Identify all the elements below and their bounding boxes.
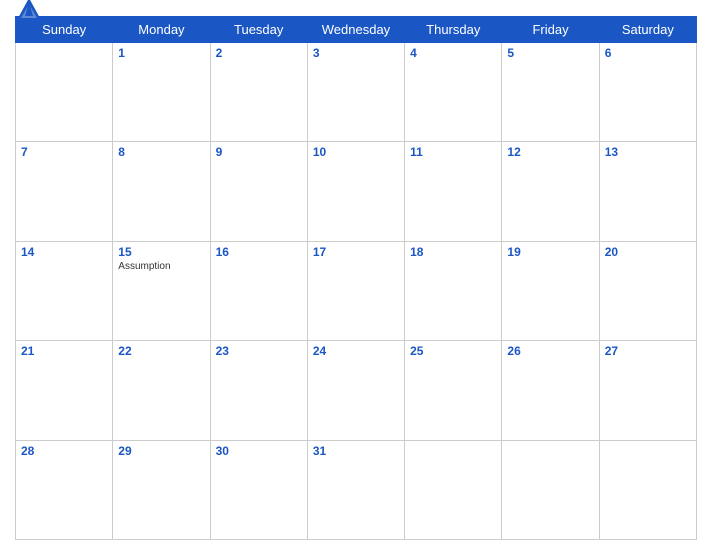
calendar-cell: 3 [307, 43, 404, 142]
event-label: Assumption [118, 261, 204, 272]
calendar-cell [16, 43, 113, 142]
calendar-cell: 22 [113, 341, 210, 440]
logo [15, 0, 47, 24]
day-number: 28 [21, 444, 107, 458]
calendar-cell: 24 [307, 341, 404, 440]
calendar-cell: 12 [502, 142, 599, 241]
calendar-table: Sunday Monday Tuesday Wednesday Thursday… [15, 16, 697, 540]
weekday-header-row: Sunday Monday Tuesday Wednesday Thursday… [16, 17, 697, 43]
calendar-cell: 14 [16, 241, 113, 340]
calendar-cell: 23 [210, 341, 307, 440]
calendar-cell: 19 [502, 241, 599, 340]
calendar-cell: 9 [210, 142, 307, 241]
day-number: 13 [605, 145, 691, 159]
day-number: 8 [118, 145, 204, 159]
day-number: 19 [507, 245, 593, 259]
calendar-cell: 2 [210, 43, 307, 142]
calendar-week-row: 789 10 11 12 13 [16, 142, 697, 241]
day-number: 29 [118, 444, 204, 458]
calendar-cell: 10 [307, 142, 404, 241]
calendar-cell [502, 440, 599, 539]
day-number: 14 [21, 245, 107, 259]
weekday-monday: Monday [113, 17, 210, 43]
calendar-cell [599, 440, 696, 539]
day-number: 20 [605, 245, 691, 259]
calendar-cell: 7 [16, 142, 113, 241]
day-number: 12 [507, 145, 593, 159]
calendar-cell: 26 [502, 341, 599, 440]
day-number: 10 [313, 145, 399, 159]
calendar-body: 123456789101112131415Assumption161718192… [16, 43, 697, 540]
day-number: 25 [410, 344, 496, 358]
calendar-cell: 16 [210, 241, 307, 340]
weekday-wednesday: Wednesday [307, 17, 404, 43]
day-number: 24 [313, 344, 399, 358]
day-number: 4 [410, 46, 496, 60]
day-number: 7 [21, 145, 107, 159]
calendar-cell: 28 [16, 440, 113, 539]
calendar-cell: 1 [113, 43, 210, 142]
weekday-saturday: Saturday [599, 17, 696, 43]
day-number: 23 [216, 344, 302, 358]
day-number: 18 [410, 245, 496, 259]
calendar-week-row: 21 22 23 24 25 26 27 [16, 341, 697, 440]
calendar-cell: 25 [405, 341, 502, 440]
day-number: 22 [118, 344, 204, 358]
calendar-cell: 29 [113, 440, 210, 539]
day-number: 1 [118, 46, 204, 60]
calendar-cell: 18 [405, 241, 502, 340]
day-number: 31 [313, 444, 399, 458]
calendar-cell: 31 [307, 440, 404, 539]
calendar-cell: 5 [502, 43, 599, 142]
calendar-cell: 15 Assumption [113, 241, 210, 340]
day-number: 26 [507, 344, 593, 358]
calendar-cell: 27 [599, 341, 696, 440]
calendar-week-row: 28 29 30 31 [16, 440, 697, 539]
day-number: 9 [216, 145, 302, 159]
calendar-cell: 4 [405, 43, 502, 142]
day-number: 17 [313, 245, 399, 259]
day-number: 5 [507, 46, 593, 60]
day-number: 11 [410, 145, 496, 159]
calendar-cell: 30 [210, 440, 307, 539]
calendar-cell: 8 [113, 142, 210, 241]
calendar-week-row: 14 15 Assumption 16 17 18 19 20 [16, 241, 697, 340]
day-number: 27 [605, 344, 691, 358]
calendar-week-row: 123456 [16, 43, 697, 142]
day-number: 30 [216, 444, 302, 458]
calendar-cell: 21 [16, 341, 113, 440]
day-number: 3 [313, 46, 399, 60]
day-number: 21 [21, 344, 107, 358]
weekday-friday: Friday [502, 17, 599, 43]
calendar-cell: 13 [599, 142, 696, 241]
weekday-tuesday: Tuesday [210, 17, 307, 43]
calendar-cell: 11 [405, 142, 502, 241]
calendar-cell: 17 [307, 241, 404, 340]
logo-icon [15, 0, 43, 24]
day-number: 6 [605, 46, 691, 60]
day-number: 15 [118, 245, 204, 259]
day-number: 2 [216, 46, 302, 60]
calendar-cell: 20 [599, 241, 696, 340]
weekday-thursday: Thursday [405, 17, 502, 43]
calendar-cell: 6 [599, 43, 696, 142]
calendar-cell [405, 440, 502, 539]
calendar-wrapper: Sunday Monday Tuesday Wednesday Thursday… [0, 0, 712, 550]
day-number: 16 [216, 245, 302, 259]
